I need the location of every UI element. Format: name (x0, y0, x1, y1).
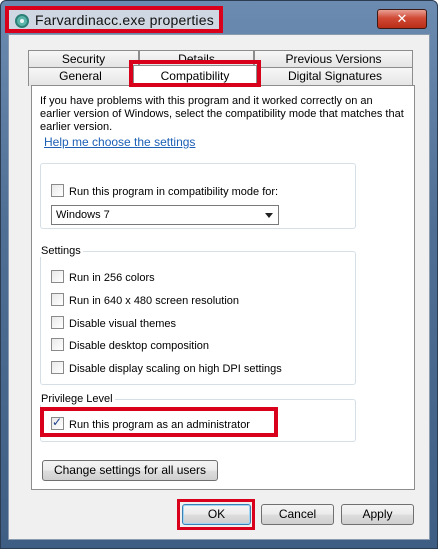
tab-general[interactable]: General (28, 67, 133, 86)
close-button[interactable]: ✕ (377, 9, 427, 29)
apply-label: Apply (362, 507, 393, 521)
checkbox[interactable] (51, 293, 64, 306)
checkbox[interactable] (51, 415, 64, 430)
setting-label: Run in 640 x 480 screen resolution (69, 295, 239, 307)
checkbox[interactable] (51, 316, 64, 329)
title-bar[interactable]: Farvardinacc.exe properties ✕ (1, 1, 437, 33)
checkbox[interactable] (51, 338, 64, 351)
close-icon: ✕ (396, 11, 408, 26)
change-all-users-button[interactable]: Change settings for all users (42, 460, 218, 481)
privilege-label: Privilege Level (39, 393, 115, 405)
settings-group: Settings Run in 256 colors Run in 640 x … (39, 245, 356, 385)
tab-label: Digital Signatures (287, 69, 383, 83)
tab-digital-signatures[interactable]: Digital Signatures (257, 67, 413, 86)
settings-label: Settings (39, 245, 83, 257)
setting-label: Disable desktop composition (69, 340, 210, 352)
tab-security[interactable]: Security (28, 50, 139, 67)
setting-label: Run in 256 colors (69, 272, 155, 284)
chevron-down-icon (265, 213, 273, 218)
apply-button[interactable]: Apply (341, 504, 414, 525)
change-all-users-label: Change settings for all users (53, 463, 207, 477)
setting-label: Disable display scaling on high DPI sett… (69, 363, 282, 375)
checkbox[interactable] (51, 270, 64, 283)
ok-button[interactable]: OK (182, 504, 251, 525)
compatibility-tab-highlight (129, 60, 261, 87)
compat-mode-checkbox[interactable]: Run this program in compatibility mode f… (51, 184, 278, 198)
compatibility-panel: If you have problems with this program a… (31, 85, 415, 490)
tab-label: Security (61, 52, 106, 66)
tab-label: Previous Versions (285, 52, 382, 66)
setting-disable-dpi-scaling[interactable]: Disable display scaling on high DPI sett… (51, 361, 282, 375)
compat-mode-group: Run this program in compatibility mode f… (40, 163, 356, 229)
compat-mode-label: Run this program in compatibility mode f… (69, 186, 279, 198)
os-select[interactable]: Windows 7 (51, 205, 279, 225)
ok-label: OK (207, 507, 226, 521)
help-link[interactable]: Help me choose the settings (44, 135, 195, 149)
app-icon (15, 14, 29, 28)
properties-window: Farvardinacc.exe properties ✕ Security D… (0, 0, 438, 549)
run-as-admin-checkbox[interactable]: Run this program as an administrator (51, 415, 250, 431)
title-highlight: Farvardinacc.exe properties (5, 6, 223, 33)
tab-previous-versions[interactable]: Previous Versions (254, 50, 413, 67)
setting-640x480[interactable]: Run in 640 x 480 screen resolution (51, 293, 239, 307)
setting-disable-desktop-composition[interactable]: Disable desktop composition (51, 338, 209, 352)
privilege-group: Privilege Level Run this program as an a… (39, 393, 356, 442)
checkbox[interactable] (51, 184, 64, 197)
setting-256-colors[interactable]: Run in 256 colors (51, 270, 155, 284)
window-title: Farvardinacc.exe properties (35, 12, 214, 28)
tab-label: General (59, 69, 102, 83)
setting-label: Disable visual themes (69, 318, 176, 330)
intro-text: If you have problems with this program a… (40, 95, 404, 133)
run-as-admin-label: Run this program as an administrator (69, 419, 250, 431)
os-select-value: Windows 7 (56, 209, 110, 221)
checkbox[interactable] (51, 361, 64, 374)
setting-disable-visual-themes[interactable]: Disable visual themes (51, 316, 176, 330)
cancel-label: Cancel (278, 507, 317, 521)
cancel-button[interactable]: Cancel (261, 504, 334, 525)
